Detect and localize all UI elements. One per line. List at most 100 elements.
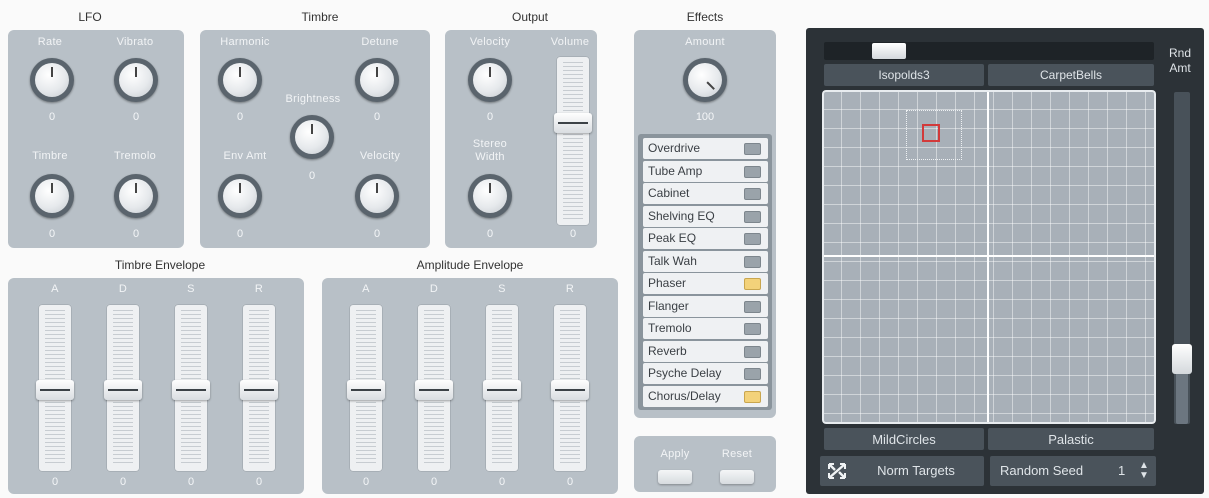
lfo-vibrato-knob[interactable] [114,58,158,102]
effect-name: Psyche Delay [648,366,722,380]
lfo-tremolo-label: Tremolo [113,150,157,162]
effect-name: Shelving EQ [648,208,715,223]
output-stereo-width-knob[interactable] [468,174,512,218]
lfo-timbre-knob[interactable] [30,174,74,218]
output-velocity-knob[interactable] [468,58,512,102]
amp-env-r-value: 0 [566,476,574,488]
effect-row[interactable]: Cabinet [643,183,768,204]
timbre-title: Timbre [301,10,339,24]
timbre-env-r-slider[interactable] [240,304,278,472]
pad-bottom-left-label: MildCircles [872,432,936,447]
effect-row[interactable]: Peak EQ [643,228,768,249]
amplitude-envelope-title: Amplitude Envelope [416,258,524,272]
amp-env-d-slider[interactable] [415,304,453,472]
lfo-rate-label: Rate [37,36,63,48]
effect-toggle[interactable] [744,345,761,358]
output-volume-label: Volume [550,36,590,48]
reset-button[interactable] [720,470,754,484]
lfo-timbre-label: Timbre [32,150,68,162]
apply-button[interactable] [658,470,692,484]
output-velocity-value: 0 [486,111,494,123]
timbre-velocity-knob[interactable] [355,174,399,218]
slider-handle[interactable] [347,380,385,400]
effect-name: Talk Wah [648,253,697,268]
lfo-vibrato-value: 0 [132,111,140,123]
effect-toggle[interactable] [744,255,761,268]
pad-scrollbar-thumb[interactable] [872,43,906,59]
morph-cursor[interactable] [922,124,940,142]
amp-env-r-slider[interactable] [551,304,589,472]
pad-top-left-label: Isopolds3 [878,68,930,82]
timbre-velocity-value: 0 [373,228,381,240]
effects-amount-value: 100 [695,111,715,123]
volume-slider[interactable] [554,56,592,226]
effect-row[interactable]: Shelving EQ [643,205,768,227]
effect-toggle[interactable] [744,368,761,380]
effect-name: Reverb [648,343,687,358]
effect-toggle[interactable] [744,210,761,223]
effects-amount-label: Amount [685,36,725,48]
amp-env-a-slider[interactable] [347,304,385,472]
effect-name: Flanger [648,298,689,313]
apply-label: Apply [660,448,690,460]
rnd-amt-slider-handle[interactable] [1172,344,1192,374]
slider-handle[interactable] [483,380,521,400]
timbre-envelope-title: Timbre Envelope [114,258,206,272]
lfo-rate-knob[interactable] [30,58,74,102]
timbre-brightness-knob[interactable] [290,115,334,159]
timbre-env-a-slider[interactable] [36,304,74,472]
lfo-rate-value: 0 [48,111,56,123]
lfo-tremolo-knob[interactable] [114,174,158,218]
timbre-harmonic-value: 0 [236,111,244,123]
amp-env-s-slider[interactable] [483,304,521,472]
effect-name: Tremolo [648,321,692,335]
effects-buttons-panel [634,436,776,492]
slider-handle[interactable] [551,380,589,400]
timbre-brightness-label: Brightness [285,93,341,105]
timbre-env-amt-label: Env Amt [223,150,267,162]
effect-row[interactable]: Overdrive [643,138,768,159]
effect-toggle[interactable] [744,300,761,313]
pad-bottom-right-label: Palastic [1048,432,1094,447]
amp-env-r-label: R [565,283,575,295]
effect-row[interactable]: Flanger [643,295,768,317]
slider-handle[interactable] [36,380,74,400]
effect-row[interactable]: Talk Wah [643,250,768,272]
slider-handle[interactable] [172,380,210,400]
timbre-env-s-slider[interactable] [172,304,210,472]
timbre-env-d-label: D [118,283,128,295]
timbre-env-d-slider[interactable] [104,304,142,472]
effect-toggle[interactable] [744,165,761,178]
timbre-detune-label: Detune [361,36,399,48]
slider-handle[interactable] [240,380,278,400]
morph-pad-grid[interactable] [822,90,1156,424]
effect-row[interactable]: Reverb [643,340,768,362]
volume-slider-handle[interactable] [554,113,592,133]
effect-toggle[interactable] [744,323,761,335]
effect-row[interactable]: Phaser [643,273,768,294]
effect-toggle[interactable] [744,233,761,245]
timbre-detune-knob[interactable] [355,58,399,102]
timbre-velocity-label: Velocity [359,150,401,162]
effect-row[interactable]: Tremolo [643,318,768,339]
effect-row[interactable]: Tube Amp [643,160,768,182]
shuffle-icon [826,461,848,481]
effect-toggle[interactable] [744,390,761,403]
effects-amount-knob[interactable] [683,58,727,102]
effect-toggle[interactable] [744,278,761,290]
effect-toggle[interactable] [744,143,761,155]
spinner-arrows-icon[interactable]: ▲ ▼ [1138,461,1150,481]
slider-handle[interactable] [104,380,142,400]
timbre-env-amt-knob[interactable] [218,174,262,218]
rnd-label: Rnd [1168,46,1191,60]
effect-toggle[interactable] [744,188,761,200]
slider-handle[interactable] [415,380,453,400]
timbre-harmonic-knob[interactable] [218,58,262,102]
timbre-brightness-value: 0 [308,170,316,182]
output-volume-value: 0 [569,228,577,240]
output-width-label: Width [475,151,505,163]
effect-row[interactable]: Chorus/Delay [643,385,768,407]
effect-name: Overdrive [648,141,701,155]
effect-row[interactable]: Psyche Delay [643,363,768,384]
timbre-env-a-label: A [51,283,59,295]
